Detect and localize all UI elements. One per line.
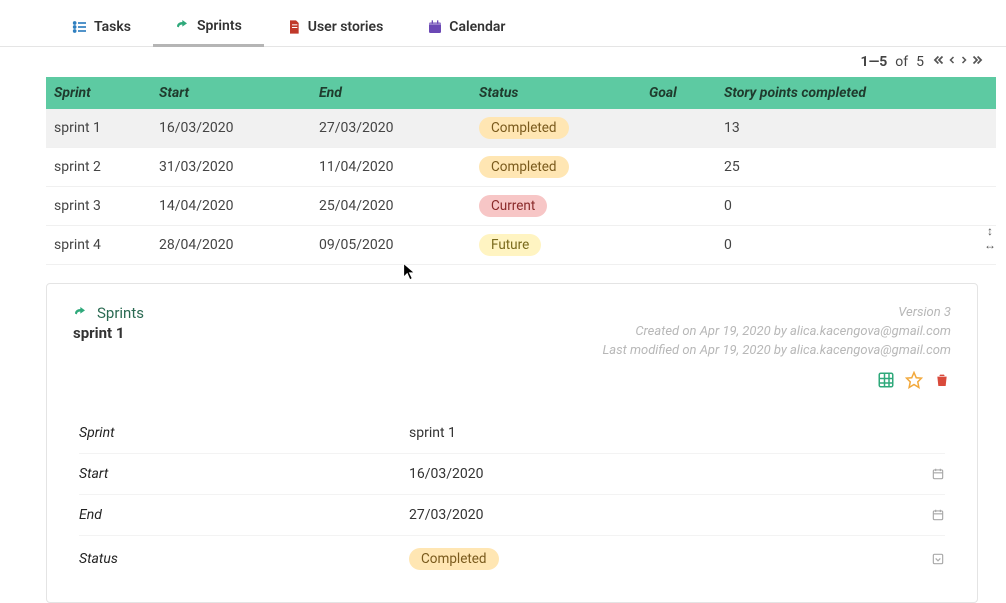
detail-record-name: sprint 1 <box>73 324 144 342</box>
tab-label: Calendar <box>449 19 505 35</box>
document-icon <box>286 19 302 35</box>
table-row[interactable]: sprint 231/03/202011/04/2020 Completed 25 <box>46 148 996 187</box>
cell-goal <box>641 187 716 226</box>
sprints-table: Sprint Start End Status Goal Story point… <box>46 77 996 265</box>
field-value-status[interactable]: Completed <box>409 548 921 570</box>
cell-end: 27/03/2020 <box>311 109 471 148</box>
tab-label: User stories <box>308 19 384 35</box>
mouse-cursor <box>403 263 417 281</box>
cell-status: Completed <box>471 109 641 148</box>
page-first-icon[interactable] <box>932 53 946 71</box>
calendar-icon <box>427 19 443 35</box>
grid-view-icon[interactable] <box>877 371 895 389</box>
trash-icon[interactable] <box>933 371 951 389</box>
cell-status: Future <box>471 226 641 265</box>
detail-panel: Sprints sprint 1 Version 3 Created on Ap… <box>46 283 978 603</box>
field-value-start[interactable]: 16/03/2020 <box>409 466 921 482</box>
cell-end: 11/04/2020 <box>311 148 471 187</box>
page-of-label: of <box>895 54 908 70</box>
cell-sprint: sprint 1 <box>46 109 151 148</box>
table-row[interactable]: sprint 116/03/202027/03/2020 Completed 13 <box>46 109 996 148</box>
status-badge: Completed <box>409 548 499 570</box>
page-last-icon[interactable] <box>970 53 984 71</box>
tab-label: Sprints <box>197 18 242 34</box>
cell-sprint: sprint 2 <box>46 148 151 187</box>
cell-start: 31/03/2020 <box>151 148 311 187</box>
list-icon <box>72 19 88 35</box>
cell-end: 09/05/2020 <box>311 226 471 265</box>
cell-points: 25 <box>716 148 996 187</box>
cell-start: 16/03/2020 <box>151 109 311 148</box>
resize-horizontal-icon[interactable]: ↔ <box>984 238 996 252</box>
sprint-icon <box>73 305 89 321</box>
page-next-icon[interactable] <box>958 53 970 71</box>
cell-status: Current <box>471 187 641 226</box>
col-goal[interactable]: Goal <box>641 77 716 109</box>
field-label-status: Status <box>79 551 409 567</box>
dropdown-icon[interactable] <box>921 552 945 566</box>
tab-sprints[interactable]: Sprints <box>153 8 264 47</box>
tabs: Tasks Sprints User stories Calendar <box>0 8 1006 47</box>
status-badge: Completed <box>479 156 569 178</box>
cell-sprint: sprint 3 <box>46 187 151 226</box>
detail-version: Version 3 <box>602 304 951 323</box>
col-end[interactable]: End <box>311 77 471 109</box>
col-sprint[interactable]: Sprint <box>46 77 151 109</box>
cell-start: 28/04/2020 <box>151 226 311 265</box>
field-value-sprint[interactable]: sprint 1 <box>409 425 921 441</box>
cell-goal <box>641 148 716 187</box>
status-badge: Future <box>479 234 541 256</box>
field-value-end[interactable]: 27/03/2020 <box>409 507 921 523</box>
date-picker-icon[interactable] <box>921 508 945 522</box>
detail-modified: Last modified on Apr 19, 2020 by alica.k… <box>602 342 951 361</box>
cell-points: 0 <box>716 226 996 265</box>
sprint-icon <box>175 18 191 34</box>
page-total: 5 <box>916 54 924 70</box>
cell-start: 14/04/2020 <box>151 187 311 226</box>
cell-goal <box>641 226 716 265</box>
page-range: 1—5 <box>861 54 888 70</box>
cell-goal <box>641 109 716 148</box>
cell-status: Completed <box>471 148 641 187</box>
cell-points: 13 <box>716 109 996 148</box>
star-icon[interactable] <box>905 371 923 389</box>
status-badge: Current <box>479 195 547 217</box>
detail-created: Created on Apr 19, 2020 by alica.kacengo… <box>602 323 951 342</box>
field-label-end: End <box>79 507 409 523</box>
tab-label: Tasks <box>94 19 131 35</box>
page-prev-icon[interactable] <box>946 53 958 71</box>
resize-handles[interactable]: ↕ ↔ <box>984 224 996 252</box>
table-row[interactable]: sprint 428/04/202009/05/2020 Future 0 <box>46 226 996 265</box>
tab-calendar[interactable]: Calendar <box>405 8 527 46</box>
detail-section-label: Sprints <box>97 304 144 322</box>
col-status[interactable]: Status <box>471 77 641 109</box>
table-row[interactable]: sprint 314/04/202025/04/2020 Current 0 <box>46 187 996 226</box>
col-points[interactable]: Story points completed <box>716 77 996 109</box>
tab-tasks[interactable]: Tasks <box>50 8 153 46</box>
resize-vertical-icon[interactable]: ↕ <box>987 224 993 238</box>
date-picker-icon[interactable] <box>921 467 945 481</box>
field-label-start: Start <box>79 466 409 482</box>
tab-user-stories[interactable]: User stories <box>264 8 406 46</box>
cell-points: 0 <box>716 187 996 226</box>
col-start[interactable]: Start <box>151 77 311 109</box>
pagination-bar: 1—5 of 5 <box>0 47 1006 77</box>
cell-sprint: sprint 4 <box>46 226 151 265</box>
cell-end: 25/04/2020 <box>311 187 471 226</box>
status-badge: Completed <box>479 117 569 139</box>
field-label-sprint: Sprint <box>79 425 409 441</box>
